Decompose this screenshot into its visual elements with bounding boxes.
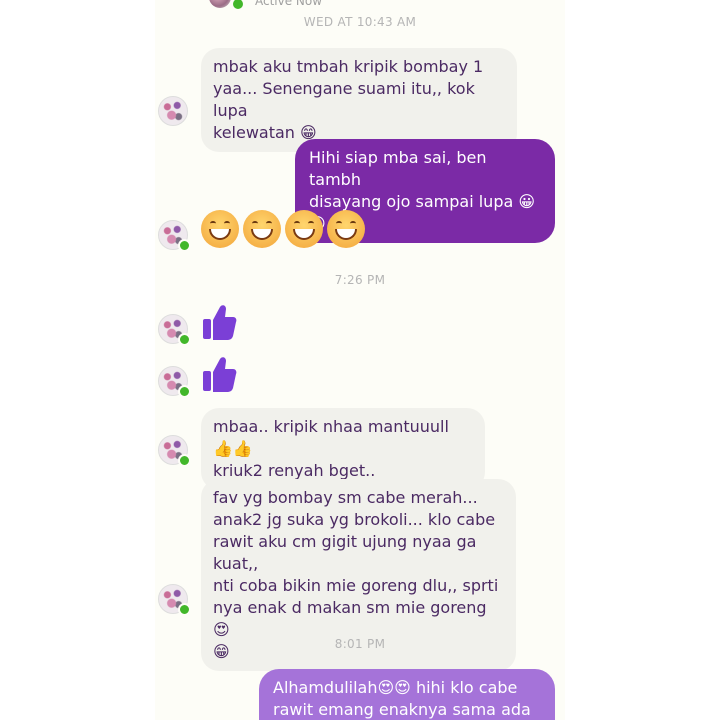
online-status-icon bbox=[178, 385, 191, 398]
active-status-text: Active Now bbox=[255, 0, 323, 8]
emoji-message[interactable] bbox=[201, 210, 365, 248]
online-status-icon bbox=[178, 603, 191, 616]
contact-avatar-header[interactable] bbox=[209, 0, 231, 8]
online-status-icon bbox=[178, 333, 191, 346]
contact-avatar[interactable] bbox=[158, 96, 188, 126]
timestamp: WED AT 10:43 AM bbox=[303, 15, 417, 29]
timestamp: 8:01 PM bbox=[334, 637, 386, 651]
incoming-message[interactable]: mbak aku tmbah kripik bombay 1 yaa... Se… bbox=[201, 48, 517, 152]
online-status-icon bbox=[231, 0, 245, 11]
thumbs-up-icon[interactable] bbox=[201, 355, 237, 393]
laugh-emoji-icon bbox=[201, 210, 239, 248]
chat-window: Active Now WED AT 10:43 AM mbak aku tmba… bbox=[155, 0, 565, 720]
timestamp: 7:26 PM bbox=[334, 273, 386, 287]
thumbs-up-icon[interactable] bbox=[201, 303, 237, 341]
incoming-message[interactable]: mbaa.. kripik nhaa mantuuull 👍👍 kriuk2 r… bbox=[201, 408, 485, 490]
laugh-emoji-icon bbox=[285, 210, 323, 248]
outgoing-message[interactable]: Alhamdulilah😍😍 hihi klo cabe rawit emang… bbox=[259, 669, 555, 720]
online-status-icon bbox=[178, 454, 191, 467]
laugh-emoji-icon bbox=[243, 210, 281, 248]
online-status-icon bbox=[178, 239, 191, 252]
laugh-emoji-icon bbox=[327, 210, 365, 248]
